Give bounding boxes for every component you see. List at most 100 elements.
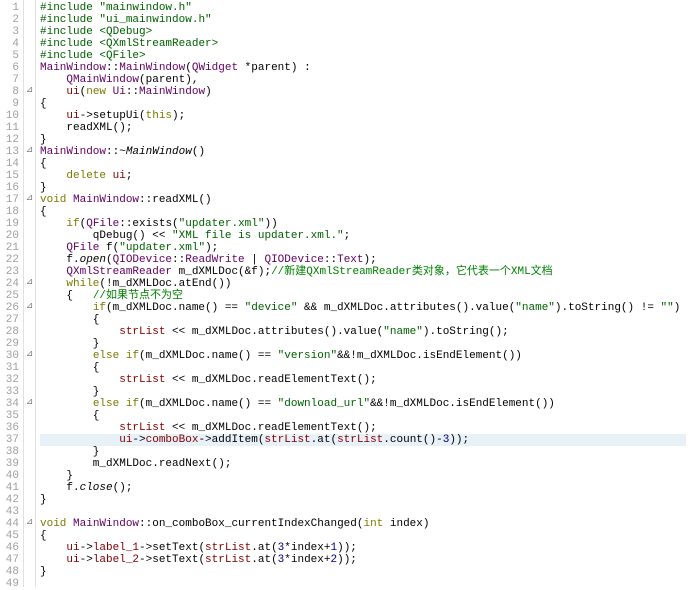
- code-line[interactable]: void MainWindow::readXML(): [40, 194, 686, 206]
- line-number: 48: [2, 566, 19, 578]
- code-line[interactable]: m_dXMLDoc.readNext();: [40, 458, 686, 470]
- code-line[interactable]: if(QFile::exists("updater.xml")): [40, 218, 686, 230]
- fold-spacer: [24, 36, 35, 48]
- line-number: 13: [2, 146, 19, 158]
- line-number: 34: [2, 398, 19, 410]
- code-line[interactable]: #include <QXmlStreamReader>: [40, 38, 686, 50]
- code-line[interactable]: readXML();: [40, 122, 686, 134]
- fold-marker-icon[interactable]: ⊿: [24, 276, 35, 288]
- fold-marker-icon[interactable]: ⊿: [24, 300, 35, 312]
- fold-spacer: [24, 432, 35, 444]
- code-editor[interactable]: 1234567891011121314151617181920212223242…: [0, 0, 690, 587]
- code-line[interactable]: {: [40, 314, 686, 326]
- code-line[interactable]: }: [40, 566, 686, 578]
- fold-marker-icon[interactable]: ⊿: [24, 192, 35, 204]
- fold-spacer: [24, 60, 35, 72]
- fold-marker-icon[interactable]: ⊿: [24, 396, 35, 408]
- line-number: 23: [2, 266, 19, 278]
- line-number: 30: [2, 350, 19, 362]
- code-line[interactable]: }: [40, 446, 686, 458]
- code-line[interactable]: strList << m_dXMLDoc.readElementText();: [40, 374, 686, 386]
- code-line[interactable]: else if(m_dXMLDoc.name() == "download_ur…: [40, 398, 686, 410]
- code-line[interactable]: ui->comboBox->addItem(strList.at(strList…: [40, 434, 686, 446]
- code-line[interactable]: }: [40, 470, 686, 482]
- line-number: 4: [2, 38, 19, 50]
- line-number: 2: [2, 14, 19, 26]
- line-number: 1: [2, 2, 19, 14]
- code-line[interactable]: }: [40, 182, 686, 194]
- fold-spacer: [24, 180, 35, 192]
- line-number: 49: [2, 578, 19, 590]
- code-line[interactable]: f.close();: [40, 482, 686, 494]
- code-line[interactable]: QFile f("updater.xml");: [40, 242, 686, 254]
- code-line[interactable]: ui(new Ui::MainWindow): [40, 86, 686, 98]
- fold-spacer: [24, 204, 35, 216]
- code-line[interactable]: [40, 578, 686, 590]
- line-number: 46: [2, 542, 19, 554]
- code-line[interactable]: strList << m_dXMLDoc.attributes().value(…: [40, 326, 686, 338]
- fold-spacer: [24, 228, 35, 240]
- code-line[interactable]: while(!m_dXMLDoc.atEnd()): [40, 278, 686, 290]
- fold-column[interactable]: ⊿ ⊿ ⊿ ⊿ ⊿ ⊿ ⊿ ⊿: [24, 0, 36, 587]
- code-area[interactable]: #include "mainwindow.h"#include "ui_main…: [36, 0, 690, 587]
- line-number: 18: [2, 206, 19, 218]
- code-line[interactable]: {: [40, 530, 686, 542]
- line-number: 11: [2, 122, 19, 134]
- line-number: 14: [2, 158, 19, 170]
- line-number: 22: [2, 254, 19, 266]
- line-number: 9: [2, 98, 19, 110]
- code-line[interactable]: }: [40, 494, 686, 506]
- code-line[interactable]: #include "ui_mainwindow.h": [40, 14, 686, 26]
- code-line[interactable]: }: [40, 134, 686, 146]
- fold-spacer: [24, 564, 35, 576]
- code-line[interactable]: f.open(QIODevice::ReadWrite | QIODevice:…: [40, 254, 686, 266]
- code-line[interactable]: }: [40, 338, 686, 350]
- code-line[interactable]: {: [40, 206, 686, 218]
- code-line[interactable]: else if(m_dXMLDoc.name() == "version"&&!…: [40, 350, 686, 362]
- code-line[interactable]: QMainWindow(parent),: [40, 74, 686, 86]
- line-number: 24: [2, 278, 19, 290]
- code-line[interactable]: delete ui;: [40, 170, 686, 182]
- line-number: 3: [2, 26, 19, 38]
- line-number: 44: [2, 518, 19, 530]
- code-line[interactable]: MainWindow::MainWindow(QWidget *parent) …: [40, 62, 686, 74]
- code-line[interactable]: void MainWindow::on_comboBox_currentInde…: [40, 518, 686, 530]
- line-number: 5: [2, 50, 19, 62]
- line-number: 31: [2, 362, 19, 374]
- fold-marker-icon[interactable]: ⊿: [24, 84, 35, 96]
- code-line[interactable]: {: [40, 410, 686, 422]
- fold-marker-icon[interactable]: ⊿: [24, 144, 35, 156]
- fold-spacer: [24, 360, 35, 372]
- code-line[interactable]: [40, 506, 686, 518]
- code-line[interactable]: {: [40, 98, 686, 110]
- code-line[interactable]: #include "mainwindow.h": [40, 2, 686, 14]
- fold-spacer: [24, 312, 35, 324]
- code-line[interactable]: ui->label_1->setText(strList.at(3*index+…: [40, 542, 686, 554]
- code-line[interactable]: MainWindow::~MainWindow(): [40, 146, 686, 158]
- code-line[interactable]: strList << m_dXMLDoc.readElementText();: [40, 422, 686, 434]
- line-number: 27: [2, 314, 19, 326]
- code-line[interactable]: ui->label_2->setText(strList.at(3*index+…: [40, 554, 686, 566]
- fold-spacer: [24, 120, 35, 132]
- line-number: 10: [2, 110, 19, 122]
- code-line[interactable]: #include <QFile>: [40, 50, 686, 62]
- fold-spacer: [24, 216, 35, 228]
- fold-spacer: [24, 504, 35, 516]
- line-number: 35: [2, 410, 19, 422]
- code-line[interactable]: #include <QDebug>: [40, 26, 686, 38]
- code-line[interactable]: ui->setupUi(this);: [40, 110, 686, 122]
- code-line[interactable]: qDebug() << "XML file is updater.xml.";: [40, 230, 686, 242]
- fold-spacer: [24, 528, 35, 540]
- fold-marker-icon[interactable]: ⊿: [24, 348, 35, 360]
- code-line[interactable]: {: [40, 362, 686, 374]
- fold-spacer: [24, 324, 35, 336]
- line-number: 38: [2, 446, 19, 458]
- code-line[interactable]: {: [40, 158, 686, 170]
- code-line[interactable]: { //如果节点不为空: [40, 290, 686, 302]
- fold-marker-icon[interactable]: ⊿: [24, 516, 35, 528]
- code-line[interactable]: }: [40, 386, 686, 398]
- line-number: 15: [2, 170, 19, 182]
- code-line[interactable]: QXmlStreamReader m_dXMLDoc(&f);//新建QXmlS…: [40, 266, 686, 278]
- code-line[interactable]: if(m_dXMLDoc.name() == "device" && m_dXM…: [40, 302, 686, 314]
- fold-spacer: [24, 72, 35, 84]
